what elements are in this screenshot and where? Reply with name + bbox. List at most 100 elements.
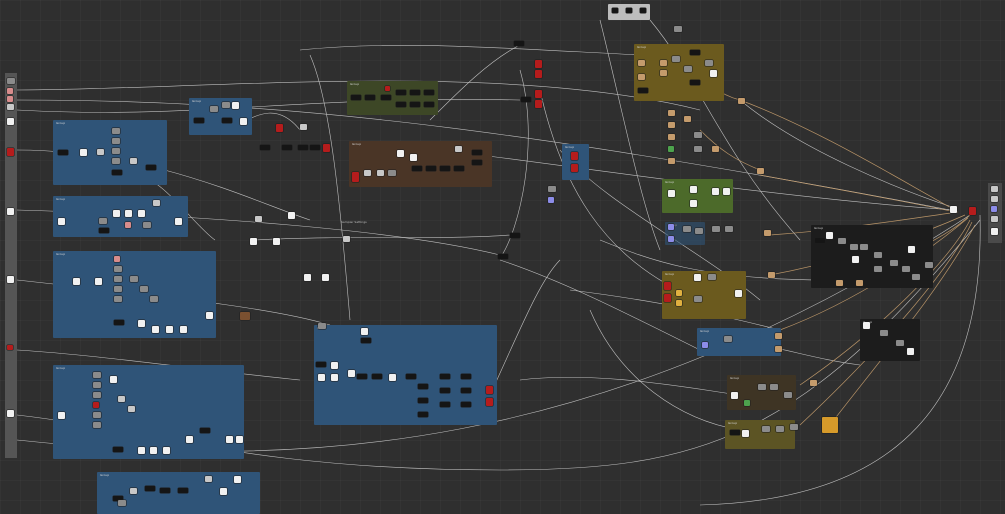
node[interactable] [757, 168, 764, 174]
node[interactable] [708, 274, 716, 280]
node[interactable] [282, 145, 292, 150]
node[interactable] [784, 392, 792, 398]
node[interactable] [389, 374, 396, 381]
node[interactable] [535, 70, 542, 78]
node[interactable] [210, 106, 218, 112]
node[interactable] [114, 276, 122, 282]
node[interactable] [273, 238, 280, 245]
node[interactable] [950, 206, 957, 213]
node[interactable] [361, 328, 368, 335]
node[interactable] [912, 274, 920, 280]
node[interactable] [764, 230, 771, 236]
node[interactable] [672, 56, 680, 62]
node[interactable] [99, 228, 109, 233]
node[interactable] [694, 146, 702, 152]
node[interactable] [396, 90, 406, 95]
node[interactable] [440, 402, 450, 407]
node[interactable] [178, 488, 188, 493]
node[interactable] [548, 197, 554, 203]
node[interactable] [668, 190, 675, 197]
node[interactable] [222, 118, 232, 123]
node[interactable] [114, 320, 124, 325]
node[interactable] [331, 362, 338, 369]
node[interactable] [240, 312, 250, 320]
node[interactable] [99, 218, 107, 224]
node[interactable] [668, 236, 674, 242]
node[interactable] [684, 116, 691, 122]
node[interactable] [114, 256, 120, 262]
node[interactable] [664, 294, 671, 302]
node[interactable] [7, 148, 14, 156]
node[interactable] [690, 200, 697, 207]
node[interactable] [410, 90, 420, 95]
node[interactable] [194, 118, 204, 123]
node[interactable] [668, 110, 675, 116]
node-group[interactable]: Group [662, 271, 746, 319]
node[interactable] [991, 228, 998, 235]
node[interactable] [351, 95, 361, 100]
node[interactable] [276, 124, 283, 132]
node[interactable] [377, 170, 384, 176]
node[interactable] [424, 90, 434, 95]
node[interactable] [455, 146, 462, 152]
node[interactable] [744, 400, 750, 406]
node[interactable] [640, 8, 646, 13]
node[interactable] [822, 417, 838, 433]
node[interactable] [874, 252, 882, 258]
node[interactable] [705, 60, 713, 66]
node[interactable] [114, 296, 122, 302]
node[interactable] [712, 226, 720, 232]
node[interactable] [668, 146, 674, 152]
node[interactable] [668, 158, 675, 164]
node[interactable] [440, 374, 450, 379]
node[interactable] [288, 212, 295, 219]
node[interactable] [412, 166, 422, 171]
node[interactable] [300, 124, 307, 130]
node[interactable] [93, 372, 101, 378]
node[interactable] [128, 406, 135, 412]
node[interactable] [322, 274, 329, 281]
node[interactable] [304, 274, 311, 281]
node[interactable] [388, 170, 396, 176]
node[interactable] [73, 278, 80, 285]
node[interactable] [638, 60, 645, 66]
node[interactable] [150, 296, 158, 302]
node[interactable] [397, 150, 404, 157]
node[interactable] [790, 424, 798, 430]
node[interactable] [418, 384, 428, 389]
node[interactable] [130, 276, 138, 282]
node[interactable] [690, 50, 700, 55]
node[interactable] [486, 386, 493, 394]
node-group[interactable]: Group [349, 141, 492, 187]
node[interactable] [991, 216, 998, 222]
node[interactable] [318, 323, 326, 329]
node[interactable] [7, 276, 14, 283]
node[interactable] [969, 207, 976, 215]
node[interactable] [343, 236, 350, 242]
node[interactable] [638, 88, 648, 93]
node[interactable] [730, 430, 740, 435]
node[interactable] [7, 410, 14, 417]
node[interactable] [118, 396, 125, 402]
node[interactable] [454, 166, 464, 171]
node[interactable] [571, 164, 578, 172]
node[interactable] [810, 380, 817, 386]
node[interactable] [150, 447, 157, 454]
node[interactable] [112, 128, 120, 134]
node[interactable] [440, 166, 450, 171]
node[interactable] [114, 266, 122, 272]
node[interactable] [138, 210, 145, 217]
node[interactable] [152, 326, 159, 333]
node[interactable] [145, 486, 155, 491]
node[interactable] [472, 150, 482, 155]
node[interactable] [232, 102, 239, 109]
node[interactable] [521, 97, 531, 102]
node-group[interactable]: Group [53, 365, 244, 459]
node[interactable] [93, 422, 101, 428]
node[interactable] [668, 224, 674, 230]
node[interactable] [571, 152, 578, 160]
node[interactable] [742, 430, 749, 437]
graph-canvas[interactable]: Group Group Group Group Group Group Grou… [0, 0, 1005, 514]
node[interactable] [908, 246, 915, 253]
node[interactable] [775, 346, 782, 352]
